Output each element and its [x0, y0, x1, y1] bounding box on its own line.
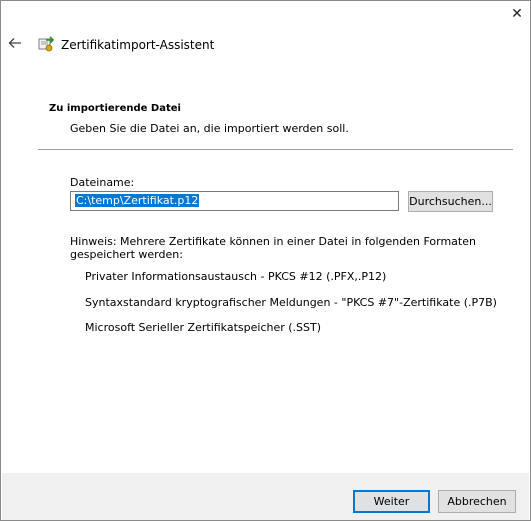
back-button[interactable]	[8, 36, 24, 52]
cancel-button[interactable]: Abbrechen	[438, 490, 516, 513]
browse-button[interactable]: Durchsuchen...	[408, 191, 493, 212]
certificate-icon	[37, 36, 55, 54]
arrow-left-icon	[8, 38, 21, 48]
close-icon: ✕	[511, 6, 523, 22]
close-button[interactable]: ✕	[508, 5, 526, 23]
next-button[interactable]: Weiter	[353, 490, 430, 513]
filename-value: C:\temp\Zertifikat.p12	[75, 194, 200, 207]
wizard-title: Zertifikatimport-Assistent	[61, 38, 215, 52]
filename-input[interactable]: C:\temp\Zertifikat.p12	[70, 191, 399, 211]
wizard-window: ✕ Zertifikatimport-Assistent Zu importie…	[0, 0, 531, 521]
format-item-p7b: Syntaxstandard kryptografischer Meldunge…	[85, 296, 497, 309]
section-heading: Zu importierende Datei	[49, 103, 181, 114]
format-item-sst: Microsoft Serieller Zertifikatspeicher (…	[85, 321, 322, 334]
format-item-pfx: Privater Informationsaustausch - PKCS #1…	[85, 270, 387, 283]
hint-text: Hinweis: Mehrere Zertifikate können in e…	[70, 235, 476, 261]
section-description: Geben Sie die Datei an, die importiert w…	[70, 122, 349, 135]
filename-label: Dateiname:	[70, 176, 135, 189]
divider	[38, 149, 513, 150]
